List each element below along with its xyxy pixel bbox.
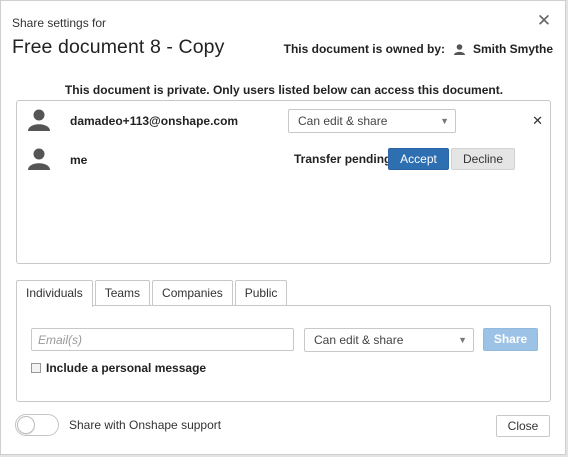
remove-user-icon[interactable]: ✕ <box>532 113 543 129</box>
permission-value: Can edit & share <box>314 333 404 347</box>
user-row: damadeo+113@onshape.com Can edit & share… <box>17 106 550 136</box>
individuals-panel: Can edit & share ▼ Share Include a perso… <box>16 305 551 402</box>
user-permission-value: Can edit & share <box>298 114 388 128</box>
close-button[interactable]: Close <box>496 415 550 437</box>
user-icon <box>28 109 50 131</box>
user-row: me Transfer pending Accept Decline <box>17 145 550 175</box>
share-tabs: Individuals Teams Companies Public <box>16 280 289 307</box>
chevron-down-icon: ▼ <box>458 335 467 345</box>
user-email: damadeo+113@onshape.com <box>70 114 239 128</box>
permission-select[interactable]: Can edit & share ▼ <box>304 328 474 352</box>
email-input[interactable] <box>31 328 294 351</box>
tab-teams[interactable]: Teams <box>94 280 151 306</box>
dialog-subtitle: Share settings for <box>12 16 107 30</box>
personal-message-option: Include a personal message <box>31 361 206 375</box>
tab-companies[interactable]: Companies <box>152 280 233 306</box>
transfer-status: Transfer pending <box>294 152 392 166</box>
support-toggle[interactable] <box>15 414 59 436</box>
user-permission-select[interactable]: Can edit & share ▼ <box>288 109 456 133</box>
toggle-knob <box>17 416 35 434</box>
chevron-down-icon: ▼ <box>440 116 449 126</box>
user-icon <box>28 148 50 170</box>
document-title: Free document 8 - Copy <box>12 36 225 58</box>
personal-message-label: Include a personal message <box>46 361 207 375</box>
close-icon[interactable]: ✕ <box>536 12 552 29</box>
owner-label: This document is owned by: <box>283 42 445 56</box>
owner-info: This document is owned by: Smith Smythe <box>284 42 553 56</box>
tab-individuals[interactable]: Individuals <box>16 280 93 307</box>
shared-users-list: damadeo+113@onshape.com Can edit & share… <box>16 100 551 264</box>
share-dialog: Share settings for Free document 8 - Cop… <box>0 0 566 455</box>
tab-public[interactable]: Public <box>234 280 288 306</box>
decline-button[interactable]: Decline <box>451 148 515 170</box>
personal-message-checkbox[interactable] <box>31 363 41 373</box>
share-button[interactable]: Share <box>483 328 538 351</box>
person-icon <box>453 43 465 55</box>
private-notice: This document is private. Only users lis… <box>64 83 504 97</box>
accept-button[interactable]: Accept <box>388 148 449 170</box>
support-toggle-label: Share with Onshape support <box>69 418 222 432</box>
user-name: me <box>70 153 88 167</box>
owner-name: Smith Smythe <box>472 42 553 56</box>
